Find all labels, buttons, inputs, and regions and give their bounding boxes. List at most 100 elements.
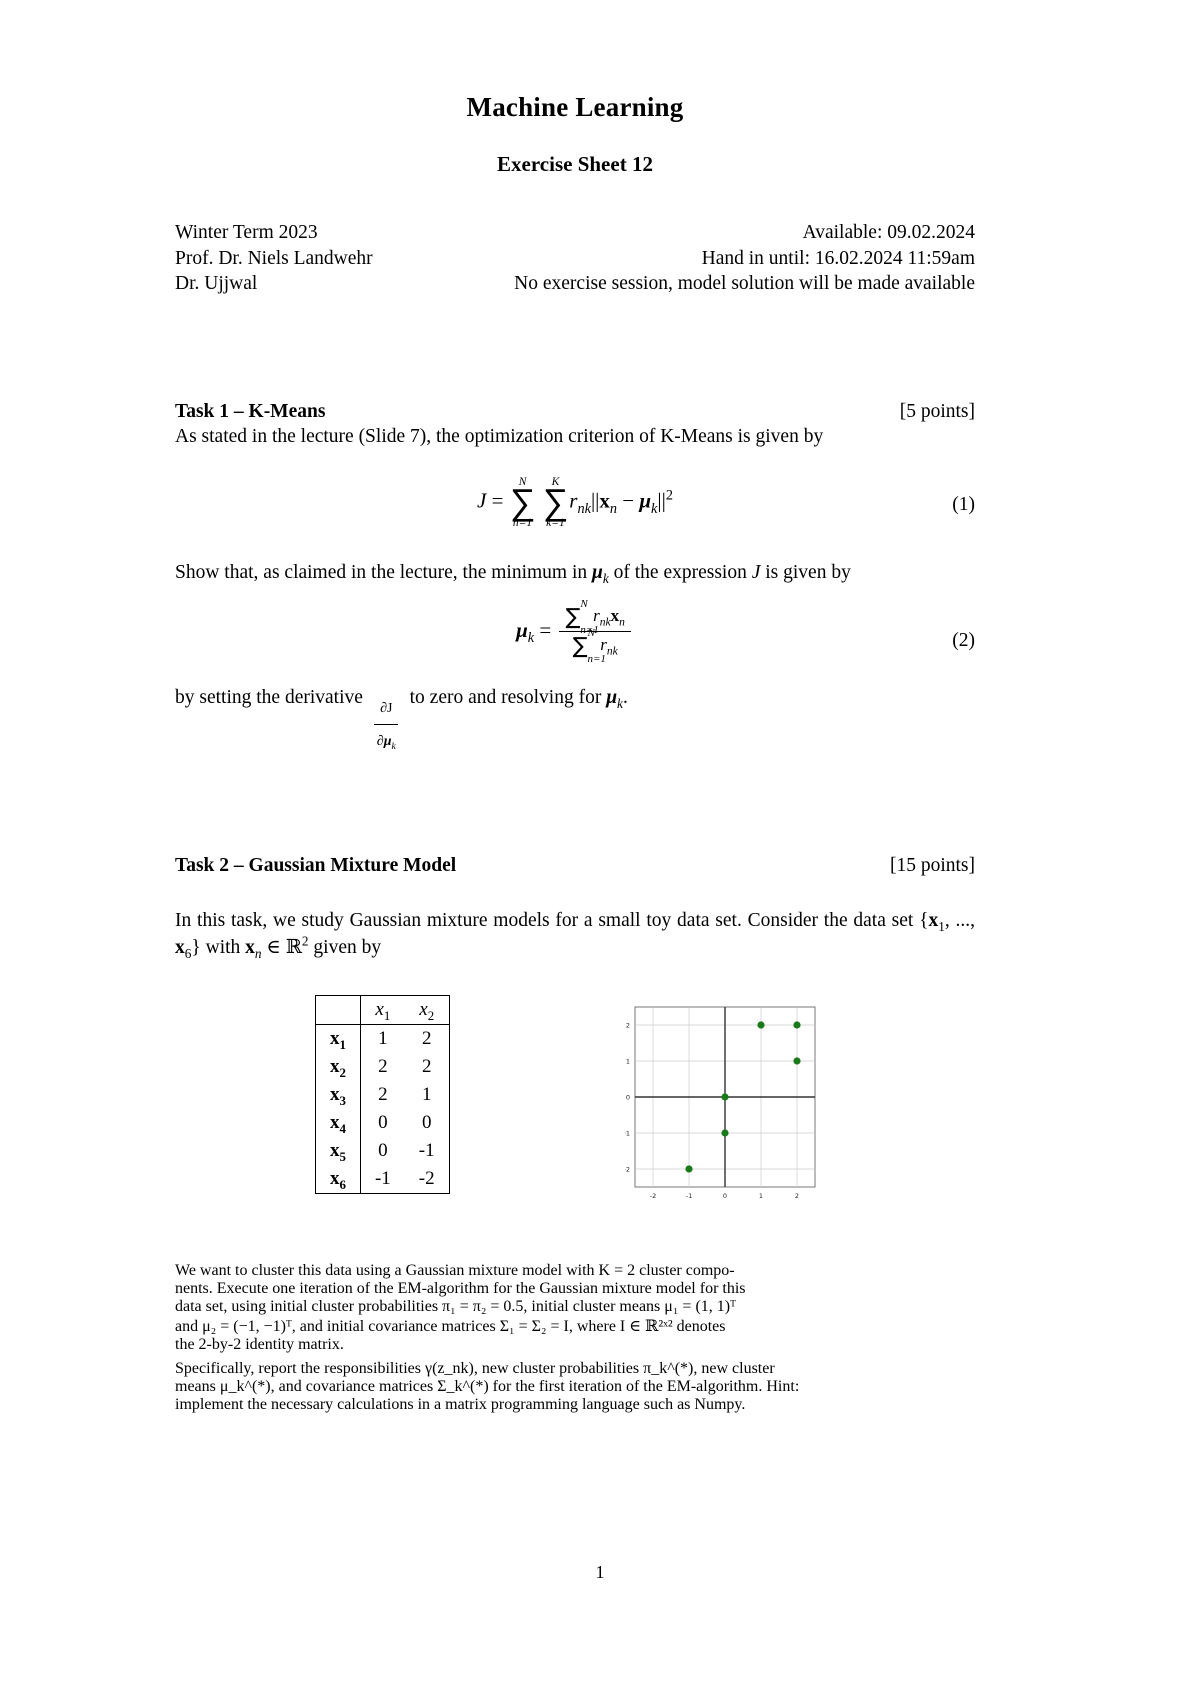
svg-text:-1: -1	[685, 1192, 691, 1200]
task2-p1-line: data set, using initial cluster probabil…	[175, 1298, 736, 1316]
table-row: x5 0 -1	[315, 1137, 450, 1166]
eq2-equals: =	[539, 617, 552, 642]
col-x2-sym: x	[419, 999, 428, 1021]
row-label-sym: x	[330, 1084, 340, 1106]
task2-paragraph-2: Specifically, report the responsibilitie…	[175, 1360, 975, 1414]
eq1-x-sub: n	[609, 500, 618, 517]
col-x1-sub: 1	[383, 1007, 391, 1023]
eq2-den-r: r	[600, 635, 607, 655]
row-label-4: x4	[315, 1109, 361, 1138]
cell-x1: 0	[359, 1109, 405, 1138]
eq2-den-sum-lower: n=1	[587, 653, 606, 666]
eq2-fraction: ∑ Nn=1 rnkxn ∑ Nn=1 rnk	[559, 598, 631, 666]
task1-derivative-fraction: ∂J ∂μk	[371, 695, 402, 755]
eq1-x: x	[599, 488, 610, 513]
equation-1-number: (1)	[952, 493, 975, 515]
task2-intro-c: given by	[308, 937, 382, 959]
task1-heading-row: Task 1 – K-Means [5 points]	[175, 401, 975, 423]
task2-intro-in: ∈ ℝ	[261, 937, 302, 959]
eq1-mu: μ	[639, 488, 652, 513]
task1-midtext-b: of the expression	[608, 562, 752, 584]
meta-row: Winter Term 2023 Available: 09.02.2024	[175, 220, 975, 246]
row-label-sub: 1	[339, 1036, 346, 1052]
equation-2: μk = ∑ Nn=1 rnkxn ∑ Nn=1 rnk (2)	[175, 598, 975, 666]
eq2-num-sum-upper: N	[580, 598, 588, 611]
eq1-sum-k: K ∑ k=1	[543, 476, 569, 530]
eq2-num-r: r	[593, 606, 600, 626]
derivative-den-sub: k	[391, 741, 396, 752]
task1-midtext-a: Show that, as claimed in the lecture, th…	[175, 562, 592, 584]
meta-term: Winter Term 2023	[175, 222, 318, 243]
cell-x2: 1	[404, 1081, 450, 1110]
col-x2-sub: 2	[427, 1007, 435, 1023]
sigma-icon: ∑	[542, 481, 569, 523]
task2-figure-row: x1 x2 x1 1 2 x2 2 2 x3 2 1 x4 0 0 x5 0 -…	[175, 995, 975, 1206]
task2-p2-line: implement the necessary calculations in …	[175, 1396, 746, 1414]
dataset-table: x1 x2 x1 1 2 x2 2 2 x3 2 1 x4 0 0 x5 0 -…	[315, 995, 450, 1195]
eq1-power: 2	[665, 487, 673, 504]
eq2-den-sum: ∑ Nn=1	[572, 627, 606, 666]
eq1-lhs: J	[477, 488, 487, 513]
task1-closing-a: by setting the derivative	[175, 687, 368, 709]
task2-p1-line: nents. Execute one iteration of the EM-a…	[175, 1280, 746, 1298]
task1-midtext-mu: μ	[592, 562, 603, 584]
eq2-mu: μ	[516, 617, 528, 642]
document-page: Machine Learning Exercise Sheet 12 Winte…	[0, 0, 1200, 1697]
task2-intro-x1: x	[928, 910, 939, 932]
page-number: 1	[595, 1562, 605, 1582]
page-subtitle: Exercise Sheet 12	[497, 152, 653, 176]
data-table-wrapper: x1 x2 x1 1 2 x2 2 2 x3 2 1 x4 0 0 x5 0 -…	[315, 995, 450, 1195]
table-header-row: x1 x2	[315, 995, 450, 1026]
scatter-plot-wrapper: -2 -1 0 1 2 -2 -1 0 1 2	[623, 1001, 825, 1206]
eq2-den-sum-upper: N	[587, 627, 595, 640]
cell-x2: -2	[404, 1165, 450, 1195]
sigma-icon: ∑	[509, 481, 536, 523]
row-label-sub: 4	[339, 1120, 346, 1136]
row-label-sym: x	[330, 1028, 340, 1050]
row-label-sub: 3	[339, 1092, 346, 1108]
eq2-den-r-sub: nk	[606, 644, 618, 658]
row-label-1: x1	[315, 1024, 361, 1054]
equation-2-body: μk = ∑ Nn=1 rnkxn ∑ Nn=1 rnk	[516, 598, 634, 666]
equation-2-number: (2)	[952, 630, 975, 652]
eq1-sum-k-lower: k=1	[546, 517, 565, 530]
table-row: x4 0 0	[315, 1109, 450, 1138]
task1-closing-mu: μ	[606, 687, 618, 709]
task1-midtext-c: is given by	[760, 562, 851, 584]
meta-assistant: Dr. Ujjwal	[175, 273, 258, 294]
task1-closing-b: to zero and resolving for	[404, 687, 607, 709]
svg-text:-1: -1	[625, 1129, 630, 1137]
svg-text:0: 0	[625, 1093, 629, 1101]
meta-row: Prof. Dr. Niels Landwehr Hand in until: …	[175, 246, 975, 272]
equation-1: J = N ∑ n=1 K ∑ k=1 rnk||xn − μk||2 (1)	[175, 476, 975, 530]
svg-text:-2: -2	[649, 1192, 655, 1200]
meta-row: Dr. Ujjwal No exercise session, model so…	[175, 271, 975, 297]
eq1-r-sub: nk	[577, 500, 591, 517]
cell-x1: 2	[359, 1053, 405, 1082]
row-label-3: x3	[315, 1081, 361, 1110]
task2-intro: In this task, we study Gaussian mixture …	[175, 907, 975, 961]
task1-title: Task 1 – K-Means	[175, 400, 326, 422]
cell-x2: 0	[404, 1109, 450, 1138]
task2-intro-dots: , ...,	[944, 910, 975, 932]
cell-x1: -1	[359, 1165, 405, 1195]
derivative-numerator: ∂J	[374, 695, 399, 726]
eq1-norm-close: ||	[657, 488, 666, 513]
table-col-x1: x1	[359, 995, 405, 1026]
eq1-minus: −	[622, 488, 635, 513]
meta-session-note: No exercise session, model solution will…	[514, 273, 975, 294]
svg-text:0: 0	[723, 1192, 727, 1200]
equation-1-body: J = N ∑ n=1 K ∑ k=1 rnk||xn − μk||2	[477, 476, 673, 530]
eq1-equals: =	[491, 488, 504, 513]
eq2-num-sum: ∑ Nn=1	[565, 598, 599, 637]
svg-text:2: 2	[795, 1192, 799, 1200]
task1-midtext: Show that, as claimed in the lecture, th…	[175, 559, 975, 586]
task2-p2-line: Specifically, report the responsibilitie…	[175, 1360, 775, 1378]
cell-x1: 2	[359, 1081, 405, 1110]
task2-intro-b: } with	[191, 937, 246, 959]
task1-closing-c: .	[622, 687, 628, 709]
row-label-6: x6	[315, 1165, 361, 1195]
svg-text:1: 1	[759, 1192, 763, 1200]
task1-intro: As stated in the lecture (Slide 7), the …	[175, 425, 824, 447]
task2-title: Task 2 – Gaussian Mixture Model	[175, 855, 457, 877]
